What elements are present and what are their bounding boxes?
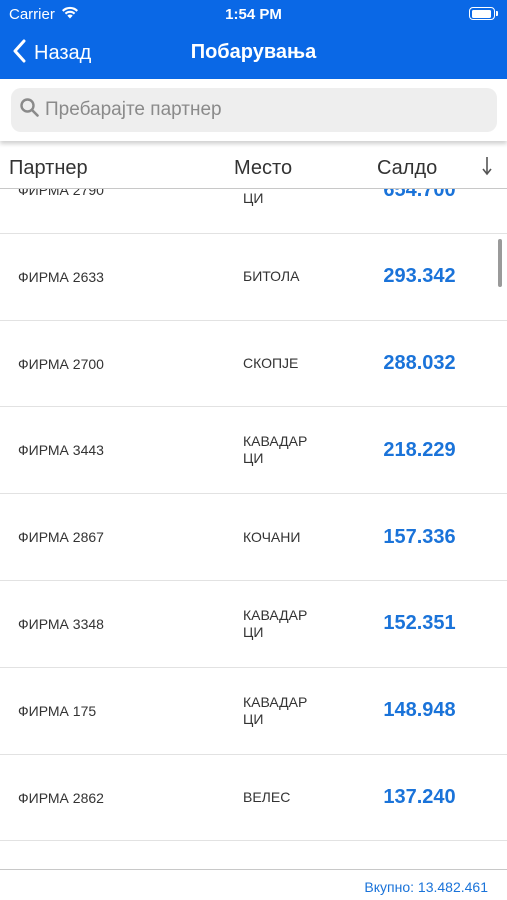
status-bar: Carrier 1:54 PM: [0, 0, 507, 28]
column-header-partner[interactable]: Партнер: [9, 157, 88, 180]
row-partner: ФИРМА 3348: [18, 615, 104, 632]
row-saldo: 218.229: [383, 438, 456, 461]
table-row[interactable]: [0, 841, 507, 870]
table-row[interactable]: ФИРМА 2867 КОЧАНИ 157.336: [0, 494, 507, 581]
row-place: КАВАДАР ЦИ: [243, 190, 264, 206]
partner-list-content: ФИРМА 2790 КАВАДАР ЦИ 654.700 ФИРМА 2633 БИТ…: [0, 189, 507, 870]
row-place: КАВАДАР ЦИ: [243, 693, 308, 727]
table-row[interactable]: ФИРМА 3348 КАВАДАР ЦИ 152.351: [0, 580, 507, 668]
table-row[interactable]: ФИРМА 3443 КАВАДАР ЦИ 218.229: [0, 407, 507, 495]
row-place: КАВАДАР ЦИ: [243, 433, 308, 467]
row-partner: ФИРМА 2633: [18, 268, 104, 285]
row-place: БИТОЛА: [243, 268, 300, 285]
row-place: КАВАДАР ЦИ: [243, 606, 308, 640]
search-area: [0, 79, 507, 141]
row-saldo: 152.351: [383, 612, 456, 635]
row-partner: ФИРМА 2700: [18, 355, 104, 372]
table-row[interactable]: ФИРМА 2862 ВЕЛЕС 137.240: [0, 754, 507, 842]
scrollbar[interactable]: [498, 239, 502, 287]
row-partner: ФИРМА 2790: [18, 189, 104, 198]
row-saldo: 288.032: [383, 352, 456, 375]
search-input[interactable]: [45, 99, 465, 121]
table-row[interactable]: ФИРМА 2790 КАВАДАР ЦИ 654.700: [0, 189, 507, 234]
column-header-place[interactable]: Место: [234, 157, 292, 180]
search-bar[interactable]: [11, 88, 497, 132]
row-saldo: 654.700: [383, 189, 456, 201]
sort-down-arrow-icon[interactable]: [481, 155, 493, 183]
row-partner: ФИРМА 3443: [18, 442, 104, 459]
row-place: [243, 841, 318, 870]
header: Carrier 1:54 PM Назад Побарувања: [0, 0, 507, 79]
row-place: КОЧАНИ: [243, 528, 301, 545]
column-header-row: Партнер Место Салдо: [0, 141, 507, 189]
row-saldo: 157.336: [383, 525, 456, 548]
row-saldo: 148.948: [383, 699, 456, 722]
table-row[interactable]: ФИРМА 2700 СКОПЈЕ 288.032: [0, 320, 507, 408]
search-icon: [20, 98, 39, 122]
page-title: Побарувања: [190, 41, 317, 63]
nav-bar: Назад Побарувања: [0, 28, 507, 79]
partner-list[interactable]: ФИРМА 2790 КАВАДАР ЦИ 654.700 ФИРМА 2633 БИТ…: [0, 189, 507, 870]
battery-icon: [469, 7, 498, 20]
table-row[interactable]: ФИРМА 175 КАВАДАР ЦИ 148.948: [0, 667, 507, 755]
row-saldo: 137.240: [383, 786, 456, 809]
row-saldo: 293.342: [383, 265, 456, 288]
row-partner: ФИРМА 2862: [18, 789, 104, 806]
row-place: ВЕЛЕС: [243, 789, 291, 806]
footer: Вкупно: 13.482.461: [0, 869, 507, 900]
row-saldo: [362, 841, 477, 870]
total-label: Вкупно: 13.482.461: [364, 879, 488, 895]
status-time: 1:54 PM: [225, 6, 282, 23]
row-place: СКОПЈЕ: [243, 355, 299, 372]
app-screen: Carrier 1:54 PM Назад Побарувања Пребара…: [0, 0, 507, 900]
column-header-saldo[interactable]: Салдо: [377, 157, 437, 180]
table-row[interactable]: ФИРМА 2633 БИТОЛА 293.342: [0, 233, 507, 321]
row-partner: ФИРМА 2867: [18, 529, 104, 546]
row-partner: ФИРМА 175: [18, 702, 97, 719]
battery-level-fill: [471, 9, 491, 18]
